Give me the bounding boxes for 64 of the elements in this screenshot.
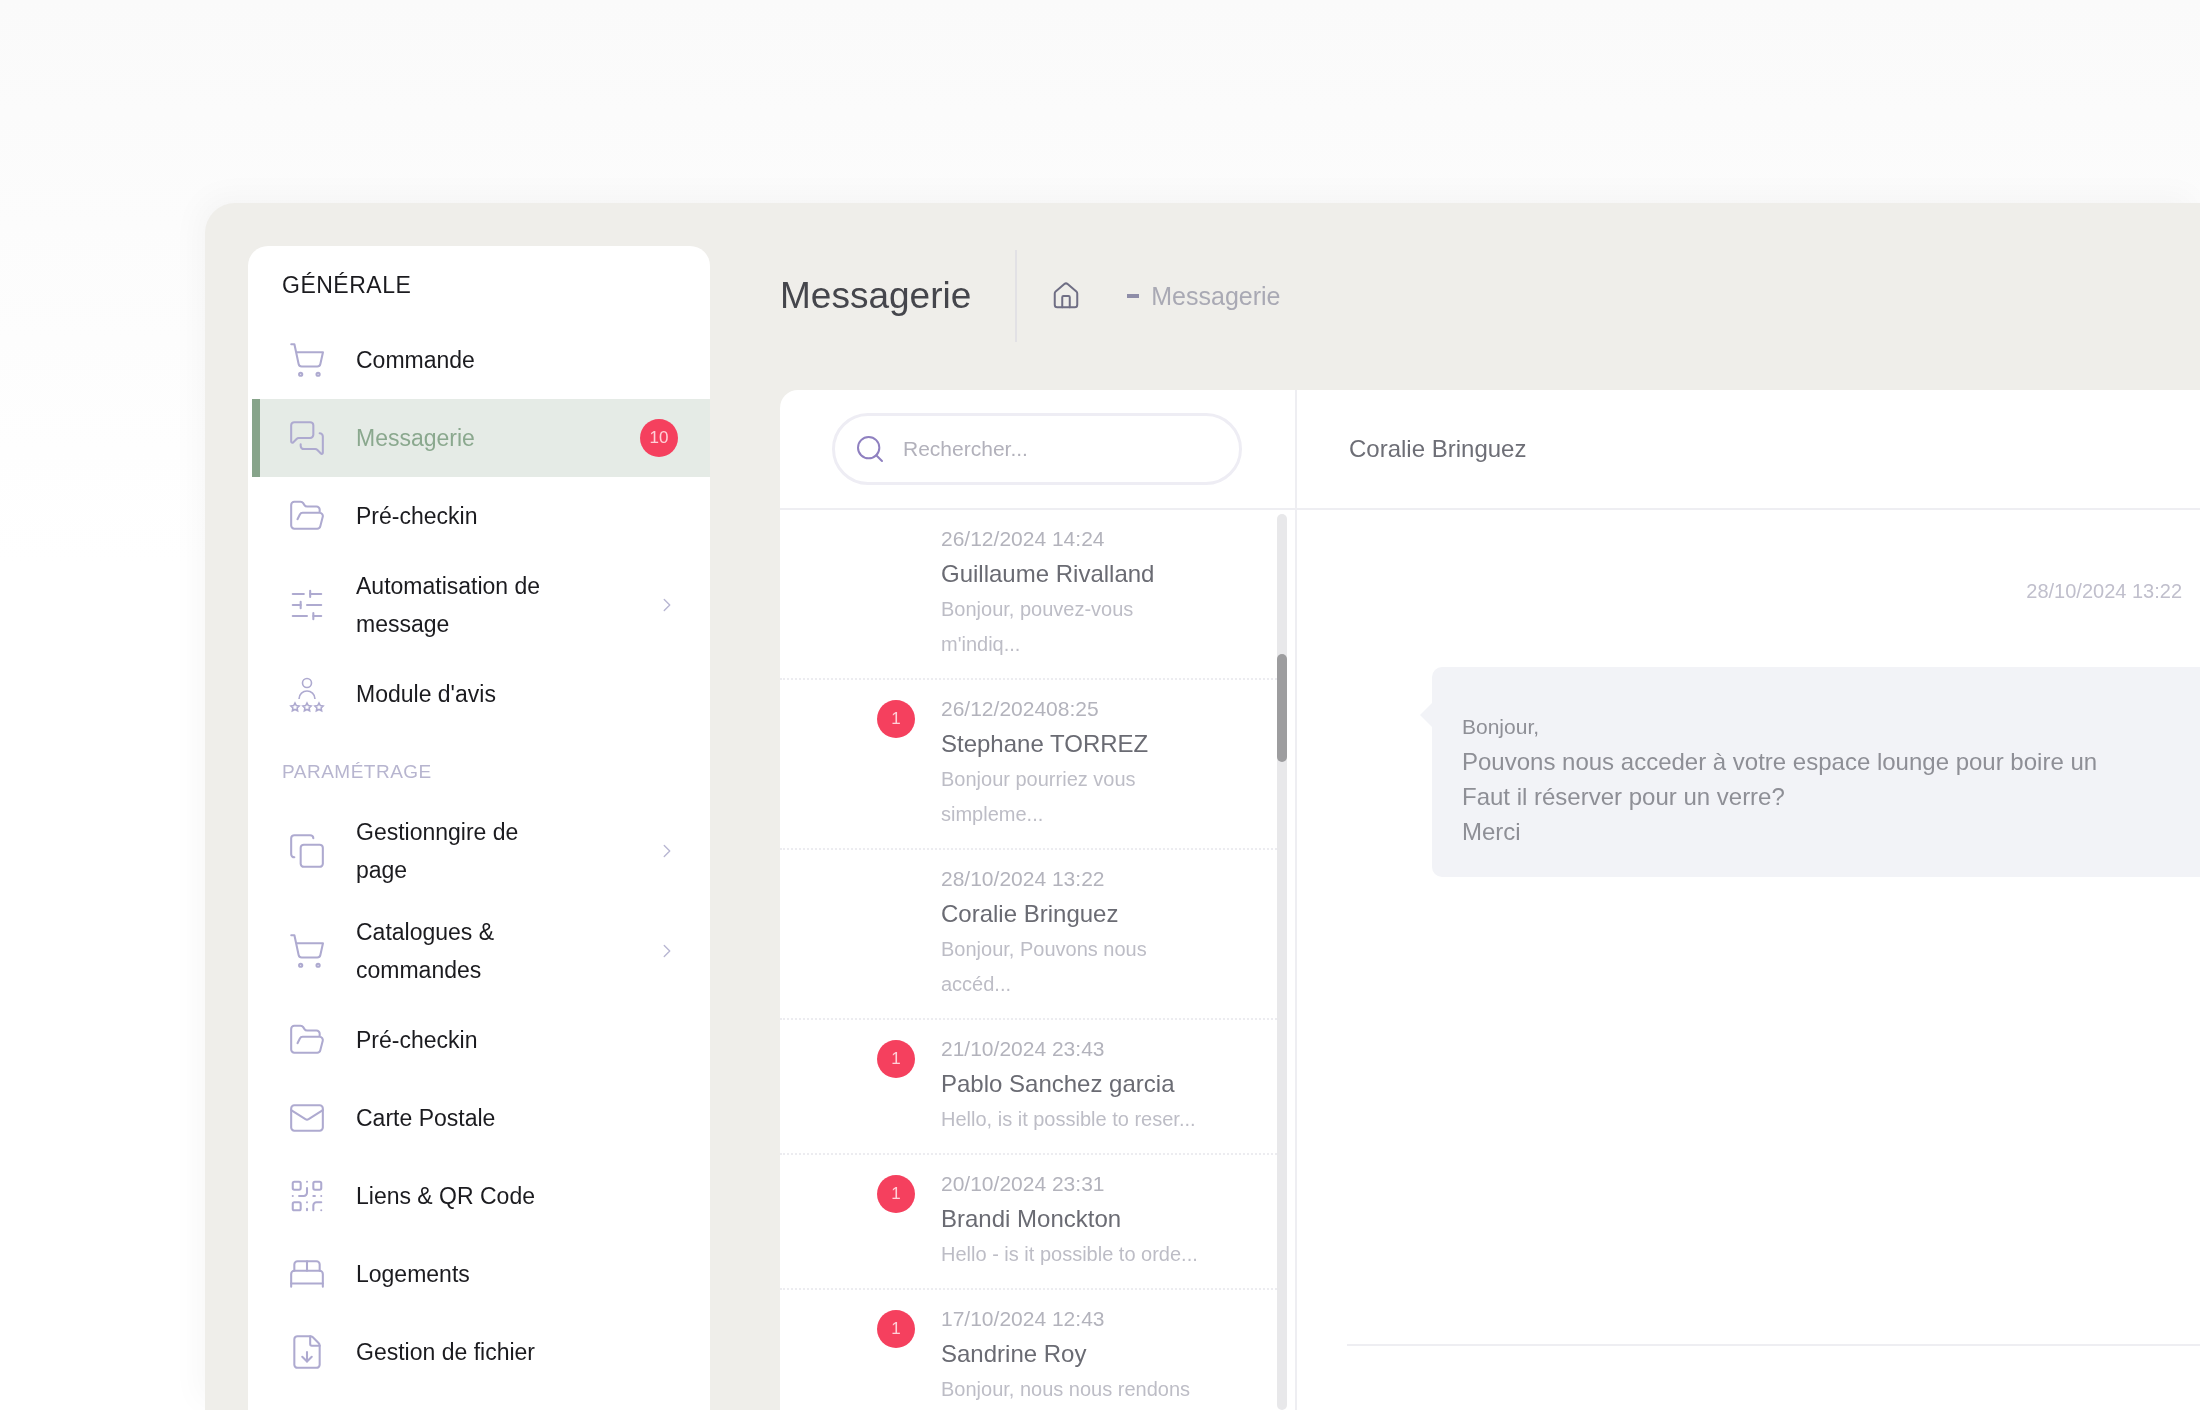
message-date: 28/10/2024 13:22 (941, 866, 1106, 892)
message-line: Bonjour, (1462, 714, 1541, 740)
chat-contact-name: Coralie Bringuez (1349, 435, 1527, 463)
message-date: 21/10/2024 23:43 (941, 1036, 1106, 1062)
contact-name: Sandrine Roy (941, 1339, 1088, 1369)
dash-icon (1127, 294, 1140, 298)
chat-icon (288, 419, 326, 457)
item-label: Commande (356, 346, 476, 375)
sidebar-item[interactable]: Gestion de fichier (252, 1313, 710, 1391)
item-label: Carte Postale (356, 1104, 497, 1133)
sidebar-item[interactable]: Logements (252, 1235, 710, 1313)
search-field[interactable]: Rechercher... (832, 413, 1242, 485)
message-preview: Bonjour, Pouvons nous accéd... (941, 937, 1148, 997)
contact-name: Stephane TORREZ (941, 729, 1150, 759)
item-label: Gestion de fichier (356, 1338, 536, 1367)
item-label: Logements (356, 1260, 471, 1289)
message-preview: Bonjour, pouvez-vous m'indiq... (941, 597, 1135, 657)
message-preview: Hello, is it possible to reser... (941, 1107, 1197, 1132)
sidebar-item[interactable]: Module d'avis (252, 655, 710, 733)
sidebar-item[interactable]: Automatisation de message (252, 555, 710, 655)
sidebar-item[interactable]: Carte Postale (252, 1079, 710, 1157)
message-date: 26/12/2024 14:24 (941, 526, 1106, 552)
message-time: 28/10/2024 13:22 (2026, 580, 2183, 603)
sidebar-item[interactable]: Commande (252, 321, 710, 399)
pages-icon (288, 832, 326, 870)
unread-badge: 1 (877, 1175, 915, 1213)
contact-name: Pablo Sanchez garcia (941, 1069, 1176, 1099)
count-badge: 10 (640, 419, 678, 457)
item-label: Pré-checkin (356, 502, 479, 531)
unread-badge: 1 (877, 700, 915, 738)
item-label: Module d'avis (356, 680, 497, 709)
section-heading: PARAMÉTRAGE (281, 761, 433, 783)
cart-icon (288, 932, 326, 970)
item-label: Automatisation de message (356, 572, 542, 639)
message-date: 17/10/2024 12:43 (941, 1306, 1106, 1332)
message-preview: Bonjour, nous nous rendons (941, 1377, 1192, 1402)
item-label: Catalogues & commandes (356, 918, 496, 985)
section-heading: GÉNÉRALE (281, 272, 413, 299)
unread-badge: 1 (877, 1040, 915, 1078)
message-line: Pouvons nous acceder à votre espace lounge pour boire un (1462, 747, 2099, 777)
message-preview: Hello - is it possible to orde... (941, 1242, 1199, 1267)
message-preview: Bonjour pourriez vous simpleme... (941, 767, 1137, 827)
cart-icon (288, 341, 326, 379)
sidebar-item[interactable]: Catalogues & commandes (252, 901, 710, 1001)
message-date: 26/12/202408:25 (941, 696, 1100, 722)
item-label: Gestionngire de page (356, 818, 520, 885)
person-stars-icon (288, 675, 326, 713)
page-title: Messagerie (780, 275, 973, 317)
contact-name: Brandi Monckton (941, 1204, 1123, 1234)
sidebar-item[interactable]: Liens & QR Code (252, 1157, 710, 1235)
contact-name: Coralie Bringuez (941, 899, 1120, 929)
unread-badge: 1 (877, 1310, 915, 1348)
contact-name: Guillaume Rivalland (941, 559, 1156, 589)
sidebar-item[interactable]: Pré-checkin (252, 477, 710, 555)
search-icon (854, 433, 886, 465)
item-label: Liens & QR Code (356, 1182, 536, 1211)
item-label: Messagerie (356, 424, 476, 453)
message-line: Faut il réserver pour un verre? (1462, 782, 1786, 812)
item-label: Pré-checkin (356, 1026, 479, 1055)
sidebar-item[interactable]: Gestionngire de page (252, 801, 710, 901)
message-line: Merci (1462, 817, 1522, 847)
scrollbar-thumb[interactable] (1277, 654, 1287, 762)
sidebar-item[interactable]: Pré-checkin (252, 1001, 710, 1079)
message-date: 20/10/2024 23:31 (941, 1171, 1106, 1197)
